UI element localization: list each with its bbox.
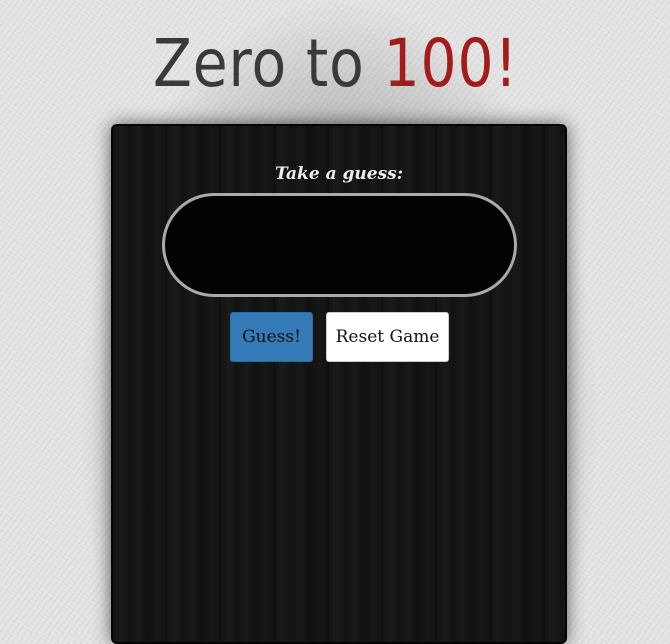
guess-input[interactable] [162,193,517,297]
title-end: ! [494,25,519,102]
reset-game-button[interactable]: Reset Game [326,312,449,362]
guess-prompt: Take a guess: [275,164,403,184]
guess-button[interactable]: Guess! [230,312,313,362]
page-title: Zero to 100! [47,24,623,104]
game-board: Take a guess: Guess! Reset Game [111,124,567,644]
title-accent: 100 [383,25,495,102]
title-main: Zero to [152,25,384,102]
